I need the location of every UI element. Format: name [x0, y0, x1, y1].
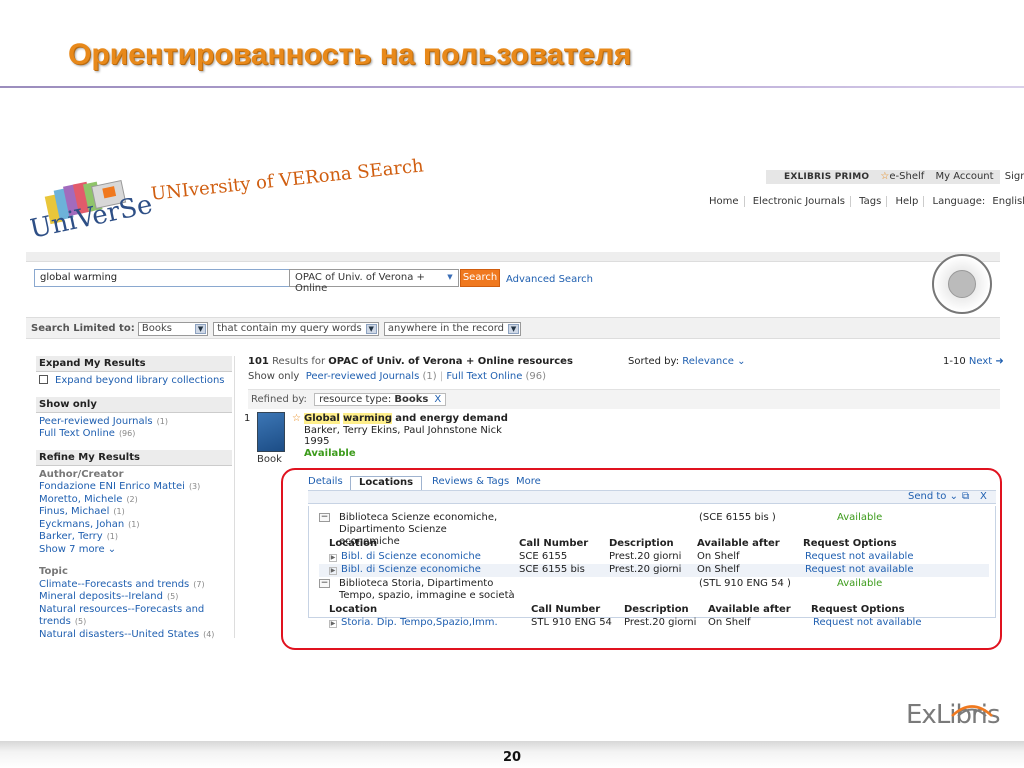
facet-item[interactable]: Finus, Michael (1) [39, 506, 228, 519]
pagination: 1-10 Next ➜ [943, 356, 1004, 367]
show-more-link[interactable]: Show 7 more ⌄ [39, 544, 228, 557]
my-account-link[interactable]: My Account [935, 171, 993, 182]
condition-select[interactable]: that contain my query words ▼ [213, 322, 379, 336]
search-button[interactable]: Search [460, 269, 500, 287]
facet-item[interactable]: Eyckmans, Johan (1) [39, 519, 228, 532]
slide-title: Ориентированность на пользователя [68, 38, 632, 71]
record-format: Book [257, 454, 282, 465]
nav-home[interactable]: Home [704, 196, 745, 207]
university-tagline: UNIversity of VERona SEarch [150, 155, 425, 205]
show-only-heading: Show only [36, 396, 232, 413]
refined-by-bar: Refined by: resource type: Books X [248, 389, 1000, 409]
page-number: 20 [502, 750, 522, 765]
full-text-filter[interactable]: Full Text Online [446, 371, 522, 382]
universe-wordmark: UniVerSe [30, 194, 152, 245]
advanced-search-link[interactable]: Advanced Search [506, 274, 593, 285]
refine-results-heading: Refine My Results [36, 449, 232, 466]
facet-item[interactable]: Fondazione ENI Enrico Mattei (3) [39, 481, 228, 494]
exlibris-arc-icon [948, 694, 996, 717]
record-year: 1995 [304, 436, 330, 447]
universe-wordmark-text: UniVerSe [30, 194, 152, 245]
limit-label: Search Limited to: [31, 323, 135, 334]
sign-out-link[interactable]: Sign out [1005, 171, 1024, 182]
facet-item[interactable]: Moretto, Michele (2) [39, 494, 228, 507]
expand-results-heading: Expand My Results [36, 356, 232, 372]
facet-item[interactable]: Full Text Online (96) [39, 428, 228, 441]
expand-beyond-option[interactable]: Expand beyond library collections [39, 375, 228, 388]
exlibris-logo: ExLibris [906, 700, 1000, 730]
top-utility-bar: EXLIBRIS PRIMO ☆e-Shelf My Account Sign … [766, 170, 1024, 184]
record-number: 1 [244, 413, 251, 424]
record-availability: Available [304, 447, 356, 459]
field-select[interactable]: anywhere in the record ▼ [383, 322, 522, 336]
facet-item[interactable]: Climate--Forecasts and trends (7) [39, 579, 228, 592]
topic-facet-title: Topic [39, 566, 68, 577]
language-selector[interactable]: Language: English⌄ [928, 196, 1024, 207]
facet-item[interactable]: Barker, Terry (1) [39, 531, 228, 544]
book-cover-icon[interactable] [257, 412, 285, 452]
chevron-down-icon: ▼ [447, 273, 453, 281]
highlight-outline [281, 468, 1002, 650]
arrow-right-icon: ➜ [992, 356, 1004, 367]
nav-electronic-journals[interactable]: Electronic Journals [747, 196, 851, 207]
facet-item[interactable]: Mineral deposits--Ireland (5) [39, 591, 228, 604]
eshelf-link[interactable]: ☆e-Shelf [880, 171, 924, 182]
facet-item[interactable]: Natural resources--Forecasts and trends(… [39, 604, 228, 629]
results-area: 101 Results for OPAC of Univ. of Verona … [244, 356, 1004, 628]
facet-item[interactable]: Peer-reviewed Journals (1) [39, 416, 228, 429]
scope-select[interactable]: OPAC of Univ. of Verona + Online ▼ [289, 269, 459, 294]
nav-tags[interactable]: Tags [854, 196, 888, 207]
nav-help[interactable]: Help [890, 196, 925, 207]
checkbox-icon[interactable] [39, 375, 48, 384]
sort-control[interactable]: Sorted by: Relevance ⌄ [628, 356, 745, 367]
record-title[interactable]: Global warming and energy demand [304, 413, 508, 425]
type-select[interactable]: Books ▼ [137, 322, 209, 336]
title-rule [0, 86, 1024, 88]
active-facet-tag: resource type: Books X [314, 393, 447, 406]
star-icon[interactable]: ☆ [292, 413, 301, 424]
show-only-row: Show only Peer-reviewed Journals (1) | F… [248, 371, 547, 382]
chevron-down-icon: ▼ [365, 324, 377, 334]
main-nav: Home Electronic Journals Tags Help Langu… [704, 196, 1024, 207]
chevron-down-icon: ⌄ [107, 543, 117, 555]
sidebar-divider [234, 356, 235, 638]
search-input[interactable]: global warming [34, 269, 290, 287]
result-record: 1 Book ☆ Global warming and energy deman… [244, 409, 1000, 465]
university-seal-icon [932, 254, 992, 314]
chevron-down-icon: ▼ [508, 324, 520, 334]
author-facet-title: Author/Creator [39, 468, 124, 480]
facet-sidebar: Expand My Results Expand beyond library … [36, 356, 232, 650]
remove-facet-icon[interactable]: X [434, 394, 441, 405]
search-bar: global warming OPAC of Univ. of Verona +… [26, 262, 1000, 308]
results-header: 101 Results for OPAC of Univ. of Verona … [248, 356, 1004, 386]
next-link[interactable]: Next [969, 356, 992, 367]
chevron-down-icon: ⌄ [733, 356, 746, 367]
peer-reviewed-filter[interactable]: Peer-reviewed Journals [306, 371, 420, 382]
header-separator [26, 252, 1000, 262]
results-summary: 101 Results for OPAC of Univ. of Verona … [248, 356, 573, 367]
record-authors: Barker, Terry Ekins, Paul Johnstone Nick [304, 424, 502, 436]
search-limit-bar: Search Limited to: Books ▼ that contain … [26, 317, 1000, 339]
product-name: EXLIBRIS PRIMO [784, 172, 870, 182]
chevron-down-icon: ▼ [195, 324, 207, 334]
facet-item[interactable]: Natural disasters--United States (4) [39, 629, 228, 642]
